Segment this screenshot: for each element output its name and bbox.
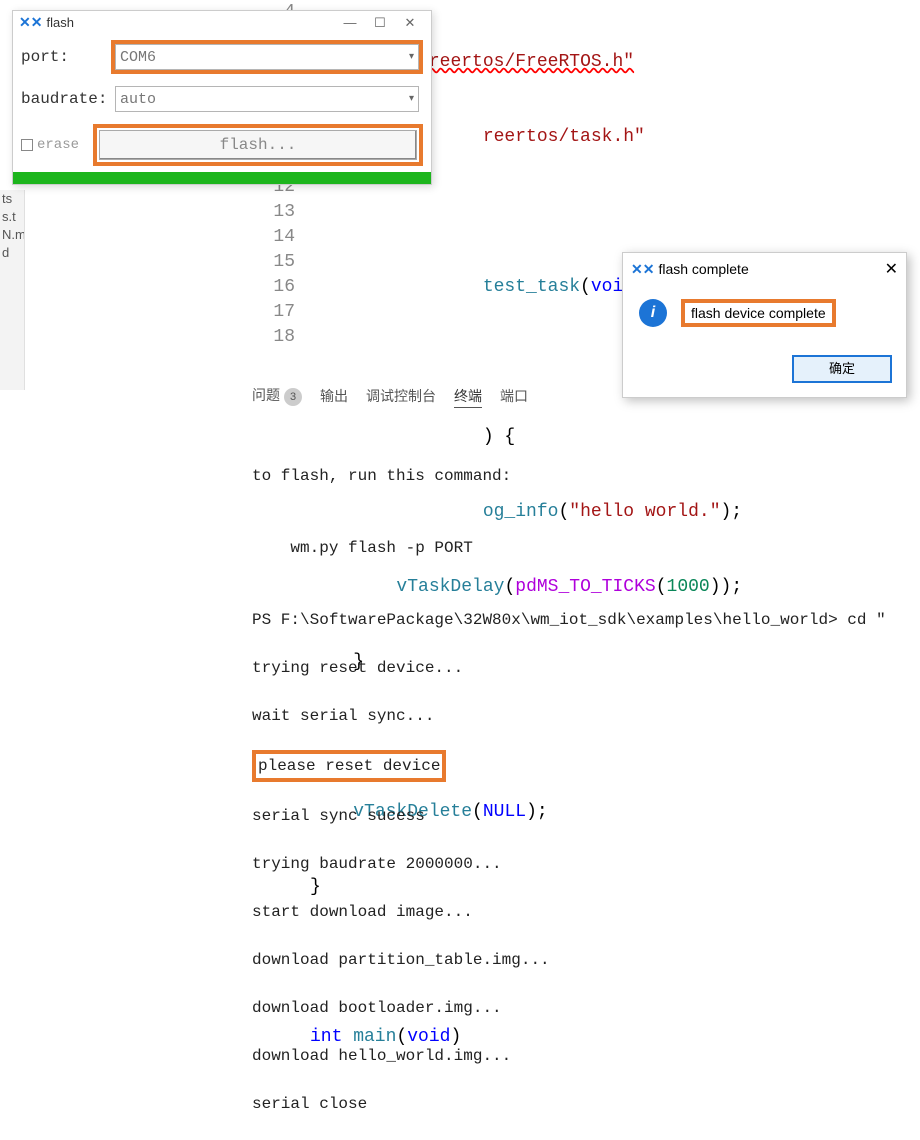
close-icon[interactable]: ✕: [885, 259, 898, 279]
ok-button[interactable]: 确定: [792, 355, 892, 383]
progress-bar: [13, 172, 431, 184]
baudrate-select[interactable]: auto ▾: [115, 86, 419, 112]
tab-terminal[interactable]: 终端: [454, 386, 482, 406]
file-item[interactable]: ts: [0, 190, 24, 208]
terminal-output[interactable]: to flash, run this command: wm.py flash …: [252, 440, 912, 1140]
port-label: port:: [21, 48, 111, 66]
flash-title: flash: [46, 15, 73, 30]
tab-debug-console[interactable]: 调试控制台: [366, 386, 436, 406]
maximize-button[interactable]: ☐: [365, 15, 395, 31]
minimize-button[interactable]: —: [335, 15, 365, 30]
problems-badge: 3: [284, 388, 302, 406]
erase-checkbox[interactable]: [21, 139, 33, 151]
flash-dialog-titlebar[interactable]: ✕✕ flash — ☐ ✕: [13, 11, 431, 34]
info-icon: i: [639, 299, 667, 327]
flash-complete-dialog: ✕✕ flash complete ✕ i flash device compl…: [622, 252, 907, 398]
file-item[interactable]: N.md: [0, 226, 24, 244]
app-icon: ✕✕: [19, 14, 42, 31]
highlighted-terminal-line: please reset device: [252, 750, 446, 782]
flash-dialog: ✕✕ flash — ☐ ✕ port: COM6 ▾ baudrate: au…: [12, 10, 432, 185]
complete-titlebar[interactable]: ✕✕ flash complete ✕: [623, 253, 906, 285]
chevron-down-icon: ▾: [409, 51, 414, 63]
chevron-down-icon: ▾: [409, 93, 414, 105]
app-icon: ✕✕: [631, 261, 654, 278]
tab-ports[interactable]: 端口: [500, 386, 528, 406]
erase-label: erase: [37, 137, 79, 153]
flash-button[interactable]: flash...: [99, 130, 417, 160]
tab-problems[interactable]: 问题3: [252, 385, 302, 406]
file-item[interactable]: d: [0, 244, 24, 262]
panel-tabs: 问题3 输出 调试控制台 终端 端口: [252, 385, 528, 406]
file-item[interactable]: s.t: [0, 208, 24, 226]
explorer-sidebar: ts s.t N.md d: [0, 190, 25, 390]
tab-output[interactable]: 输出: [320, 386, 348, 406]
port-select[interactable]: COM6 ▾: [115, 44, 419, 70]
close-button[interactable]: ✕: [395, 15, 425, 31]
baudrate-label: baudrate:: [21, 90, 111, 108]
complete-title-text: flash complete: [658, 261, 748, 277]
complete-message: flash device complete: [691, 305, 826, 321]
